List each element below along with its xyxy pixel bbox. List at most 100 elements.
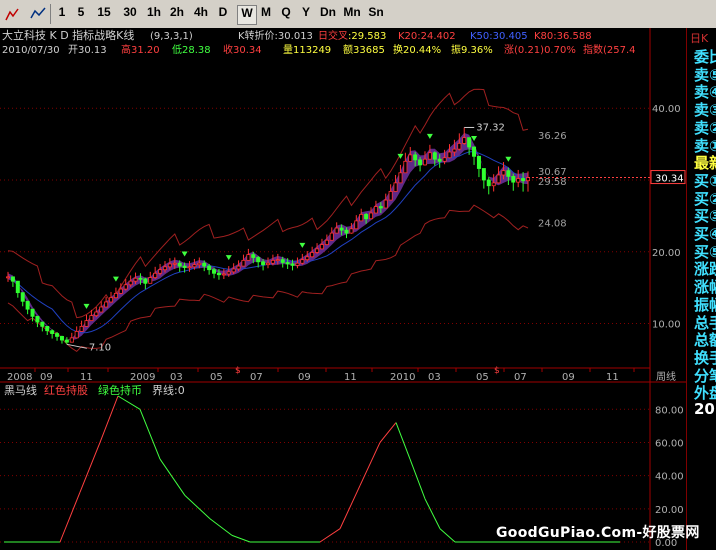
period-button-5[interactable]: 5	[72, 5, 90, 23]
current-price-label: 30.34	[655, 174, 684, 185]
low-annotation: 7.10	[89, 342, 111, 353]
y-tick-label: 20.00	[652, 248, 681, 259]
candle-body	[359, 214, 364, 222]
period-button-y[interactable]: Y	[297, 5, 315, 23]
candle-body	[64, 339, 69, 343]
candle-body	[403, 160, 408, 174]
candle-body	[457, 142, 462, 150]
x-tick-label: 07	[250, 372, 263, 383]
k20-value: K20:24.402	[398, 31, 456, 42]
quote-amplitude: 振9.36%	[451, 43, 493, 56]
candle-body	[143, 278, 148, 284]
x-tick-label: 11	[606, 372, 619, 383]
period-button-w[interactable]: W	[237, 5, 257, 25]
candle-body	[148, 277, 153, 284]
indicator-title: 黑马线	[4, 383, 37, 397]
y-tick-label: 40.00	[652, 104, 681, 115]
candle-body	[158, 269, 163, 274]
candle-body	[432, 152, 437, 160]
candle-body	[452, 148, 457, 153]
candle-body	[447, 151, 452, 159]
candle-body	[305, 256, 310, 261]
candle-body	[74, 331, 79, 339]
x-tick-label: 11	[80, 372, 93, 383]
candle-body	[187, 266, 192, 269]
candle-body	[393, 182, 398, 192]
candle-body	[221, 273, 226, 276]
candle-body	[35, 315, 40, 323]
candle-body	[275, 259, 280, 262]
candle-body	[349, 228, 354, 234]
candle-body	[40, 321, 45, 327]
period-button-4h[interactable]: 4h	[190, 5, 212, 23]
candle-body	[437, 158, 442, 162]
candle-body	[491, 182, 496, 187]
high-annotation: 37.32	[476, 122, 505, 133]
k80-value: K80:36.588	[534, 31, 592, 42]
period-button-1[interactable]: 1	[54, 5, 70, 23]
dividend-marker-icon: $	[235, 366, 241, 376]
period-button-d[interactable]: D	[214, 5, 232, 23]
x-axis-end-label: 周线	[656, 370, 676, 383]
x-tick-label: 03	[428, 372, 441, 383]
candle-body	[45, 325, 50, 332]
candle-body	[94, 311, 99, 317]
chart-params: (9,3,3,1)	[150, 31, 193, 42]
candle-body	[265, 262, 270, 266]
dividend-marker-icon: $	[494, 366, 500, 376]
candle-body	[216, 272, 221, 276]
quote-turnover: 换20.44%	[393, 43, 441, 56]
watermark: GoodGuPiao.Com-好股票网	[496, 525, 700, 541]
quote-amount: 额33685	[343, 43, 385, 56]
candle-body	[442, 157, 447, 162]
candlestick-icon[interactable]	[30, 6, 46, 22]
candle-body	[192, 264, 197, 268]
x-tick-label: 11	[344, 372, 357, 383]
chart-title: 大立科技 K D 指标战略K线	[2, 28, 134, 42]
candle-body	[378, 206, 383, 209]
candle-body	[138, 277, 143, 280]
period-button-30[interactable]: 30	[118, 5, 142, 23]
band-upper-label: 36.26	[538, 131, 567, 142]
quote-low: 低28.38	[172, 43, 211, 56]
candle-body	[315, 248, 320, 253]
chart-area[interactable]: 10.0020.0030.0040.00大立科技 K D 指标战略K线(9,3,…	[0, 28, 686, 550]
period-button-m[interactable]: M	[257, 5, 275, 23]
candle-body	[59, 336, 64, 341]
candle-body	[339, 227, 344, 231]
quote-close: 收30.34	[223, 43, 262, 56]
toolbar: 1 5 15 30 1h 2h 4h D W M Q Y Dn Mn Sn	[0, 0, 716, 29]
candle-body	[20, 292, 25, 302]
quote-volume: 量113249	[283, 44, 331, 56]
candle-body	[241, 259, 246, 267]
period-button-15[interactable]: 15	[92, 5, 116, 23]
candle-body	[462, 137, 467, 144]
period-button-2h[interactable]: 2h	[166, 5, 188, 23]
candle-body	[511, 176, 516, 183]
period-button-mn[interactable]: Mn	[341, 5, 363, 23]
candle-body	[290, 263, 295, 266]
candle-body	[133, 277, 138, 282]
candle-body	[167, 263, 172, 268]
daily-cross-label: 日交叉	[318, 29, 348, 42]
candle-body	[501, 170, 506, 176]
period-button-q[interactable]: Q	[277, 5, 295, 23]
period-button-dn[interactable]: Dn	[317, 5, 339, 23]
x-tick-label: 09	[562, 372, 575, 383]
period-button-sn[interactable]: Sn	[365, 5, 387, 23]
candle-body	[369, 212, 374, 220]
cursor-icon[interactable]	[4, 6, 20, 22]
band-lower-label: 24.08	[538, 218, 567, 229]
candle-body	[506, 170, 511, 177]
indicator-tick-label: 20.00	[655, 505, 684, 516]
candle-body	[202, 262, 207, 267]
candle-body	[99, 306, 104, 313]
k-turn-price: K转折价:30.013	[238, 29, 313, 42]
candle-body	[79, 325, 84, 332]
candle-body	[226, 271, 231, 275]
period-button-1h[interactable]: 1h	[144, 5, 164, 23]
x-tick-label: 2008	[7, 372, 32, 383]
chart-background	[0, 28, 686, 550]
x-tick-label: 09	[40, 372, 53, 383]
candle-body	[418, 159, 423, 166]
